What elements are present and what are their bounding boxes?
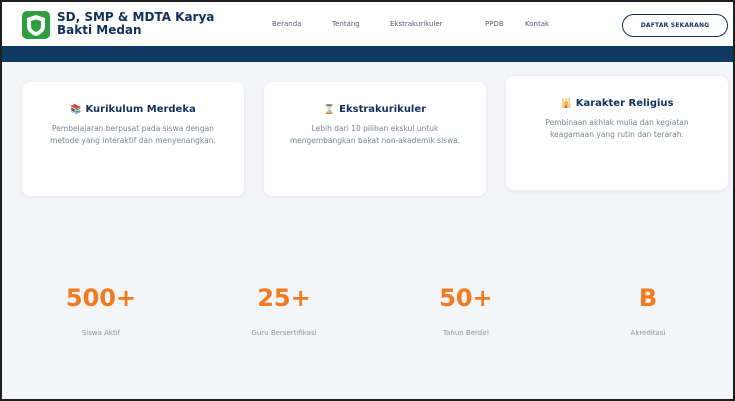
nav-tentang[interactable]: Tentang: [332, 20, 360, 28]
stat-tahun: 50+ Tahun Berdiri: [406, 284, 526, 337]
school-name[interactable]: SD, SMP & MDTA Karya Bakti Medan: [57, 11, 217, 37]
book-icon: 📚: [70, 104, 82, 115]
stat-guru: 25+ Guru Bersertifikasi: [224, 284, 344, 337]
register-button[interactable]: DAFTAR SEKARANG: [622, 14, 728, 37]
main-content: 📚 Kurikulum Merdeka Pembelajaran berpusa…: [2, 62, 733, 399]
nav-ekstrakurikuler[interactable]: Ekstrakurikuler: [390, 20, 443, 28]
stat-value: 50+: [439, 284, 493, 312]
feature-title: Karakter Religius: [575, 98, 674, 109]
stat-value: B: [638, 284, 658, 312]
feature-description: Pembelajaran berpusat pada siswa dengan …: [50, 124, 216, 145]
nav-beranda[interactable]: Beranda: [272, 20, 301, 28]
hero-band: [2, 46, 733, 62]
stat-label: Akreditasi: [630, 329, 666, 337]
feature-card-kurikulum: 📚 Kurikulum Merdeka Pembelajaran berpusa…: [22, 82, 244, 196]
mosque-icon: 🕌: [560, 98, 572, 109]
feature-title: Kurikulum Merdeka: [85, 104, 196, 115]
top-navbar: SD, SMP & MDTA Karya Bakti Medan Beranda…: [2, 2, 733, 46]
feature-title: Ekstrakurikuler: [339, 104, 427, 115]
stat-akreditasi: B Akreditasi: [588, 284, 708, 337]
stat-label: Tahun Berdiri: [442, 329, 490, 337]
stat-value: 500+: [65, 284, 137, 312]
trophy-icon: ⌛: [323, 104, 336, 115]
stat-siswa: 500+ Siswa Aktif: [41, 284, 161, 337]
stat-label: Guru Bersertifikasi: [251, 329, 317, 337]
nav-kontak[interactable]: Kontak: [525, 20, 549, 28]
stat-value: 25+: [257, 284, 311, 312]
feature-description: Lebih dari 10 pilihan ekskul untuk menge…: [289, 124, 461, 145]
school-logo-icon[interactable]: [22, 11, 50, 39]
nav-ppdb[interactable]: PPDB: [485, 20, 504, 28]
feature-description: Pembinaan akhlak mulia dan kegiatan keag…: [545, 118, 689, 139]
stat-label: Siswa Aktif: [81, 329, 121, 337]
feature-card-religius: 🕌 Karakter Religius Pembinaan akhlak mul…: [506, 76, 728, 190]
feature-card-ekstrakurikuler: ⌛ Ekstrakurikuler Lebih dari 10 pilihan …: [264, 82, 486, 196]
